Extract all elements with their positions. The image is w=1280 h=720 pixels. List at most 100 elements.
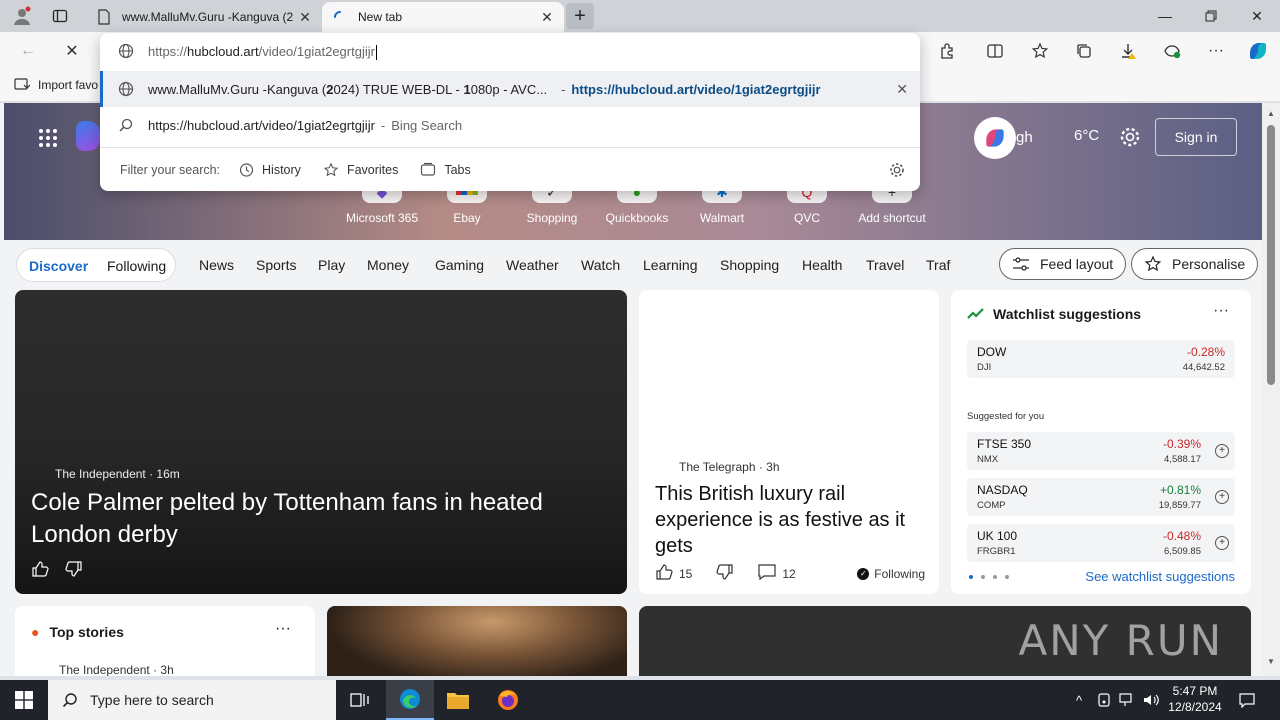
- nav-health[interactable]: Health: [802, 257, 842, 273]
- nav-gaming[interactable]: Gaming: [435, 257, 484, 273]
- filter-favorites-label: Favorites: [346, 162, 399, 177]
- close-tab-icon[interactable]: ✕: [294, 6, 316, 28]
- carousel-pager[interactable]: [969, 575, 1009, 579]
- microsoft-start-logo[interactable]: [76, 121, 100, 151]
- close-tab-icon[interactable]: ✕: [536, 6, 558, 28]
- stock-change: -0.39%: [1162, 437, 1201, 451]
- feed-layout-button[interactable]: Feed layout: [999, 248, 1127, 280]
- side-story-card[interactable]: The Telegraph · 3h This British luxury r…: [639, 290, 939, 594]
- watchlist-row-uk100[interactable]: UK 100 FRGBR1 -0.48% 6,509.85 +: [967, 524, 1235, 562]
- tab-new-tab[interactable]: New tab ✕: [322, 2, 564, 32]
- temperature[interactable]: 6°C: [1074, 127, 1099, 144]
- personalise-label: Personalise: [1172, 256, 1246, 272]
- history-icon: [239, 162, 254, 177]
- personalise-button[interactable]: Personalise: [1131, 248, 1259, 280]
- shortcut-label: Ebay: [453, 211, 481, 225]
- story-headline[interactable]: Cole Palmer pelted by Tottenham fans in …: [31, 487, 611, 551]
- copilot-badge-icon[interactable]: [974, 117, 1016, 159]
- profile-icon[interactable]: [10, 4, 34, 28]
- nav-play[interactable]: Play: [318, 257, 345, 273]
- restore-button[interactable]: [1188, 0, 1234, 32]
- edge-taskbar-icon[interactable]: [386, 680, 434, 720]
- close-window-button[interactable]: ✕: [1234, 0, 1280, 32]
- taskbar-search[interactable]: Type here to search: [48, 680, 336, 720]
- stop-loading-icon[interactable]: ✕: [58, 37, 86, 65]
- following-label[interactable]: Following: [874, 567, 925, 581]
- comment-icon[interactable]: [758, 564, 776, 583]
- downloads-icon[interactable]: [1114, 37, 1142, 65]
- add-to-watchlist-icon[interactable]: +: [1215, 536, 1229, 550]
- suggestion-history-item[interactable]: www.MalluMv.Guru -Kanguva (2024) TRUE WE…: [100, 71, 920, 107]
- notifications-icon[interactable]: [1236, 680, 1258, 720]
- address-input[interactable]: https://hubcloud.art/video/1giat2egrtgji…: [148, 43, 377, 61]
- nav-weather[interactable]: Weather: [506, 257, 559, 273]
- nav-money[interactable]: Money: [367, 257, 409, 273]
- url-scheme: https://: [148, 43, 188, 59]
- story-source: The Independent · 3h: [59, 663, 174, 676]
- split-screen-icon[interactable]: [981, 37, 1009, 65]
- tab-discover[interactable]: Discover: [29, 258, 88, 274]
- sign-in-button[interactable]: Sign in: [1155, 118, 1237, 156]
- add-to-watchlist-icon[interactable]: +: [1215, 490, 1229, 504]
- favorites-icon[interactable]: [1026, 37, 1054, 65]
- nav-travel[interactable]: Travel: [866, 257, 904, 273]
- scroll-down-icon[interactable]: ▼: [1267, 657, 1275, 666]
- like-icon[interactable]: [31, 560, 49, 581]
- start-button[interactable]: [0, 680, 48, 720]
- settings-gear-icon[interactable]: [888, 161, 906, 182]
- more-options-icon[interactable]: ···: [1213, 302, 1229, 320]
- see-watchlist-link[interactable]: See watchlist suggestions: [1085, 569, 1235, 584]
- watchlist-row-dow[interactable]: DOW DJI -0.28% 44,642.52: [967, 340, 1235, 378]
- nav-shopping[interactable]: Shopping: [720, 257, 779, 273]
- nav-news[interactable]: News: [199, 257, 234, 273]
- dislike-icon[interactable]: [65, 560, 83, 581]
- nav-watch[interactable]: Watch: [581, 257, 620, 273]
- weather-location[interactable]: gh: [1016, 121, 1033, 153]
- minimize-button[interactable]: —: [1142, 0, 1188, 32]
- nav-learning[interactable]: Learning: [643, 257, 698, 273]
- page-scrollbar[interactable]: ▲ ▼: [1262, 103, 1280, 676]
- filter-history-button[interactable]: History: [238, 162, 301, 178]
- new-tab-button[interactable]: +: [566, 3, 594, 29]
- watchlist-row-ftse[interactable]: FTSE 350 NMX -0.39% 4,588.17 +: [967, 432, 1235, 470]
- watchlist-row-nasdaq[interactable]: NASDAQ COMP +0.81% 19,859.77 +: [967, 478, 1235, 516]
- tab-actions-icon[interactable]: [48, 4, 72, 28]
- app-launcher-icon[interactable]: [38, 128, 58, 151]
- like-icon[interactable]: [655, 563, 673, 584]
- remove-suggestion-icon[interactable]: ✕: [896, 81, 908, 98]
- back-icon[interactable]: ←: [14, 37, 42, 65]
- scroll-thumb[interactable]: [1267, 125, 1275, 385]
- task-view-icon[interactable]: [336, 680, 384, 720]
- add-to-watchlist-icon[interactable]: +: [1215, 444, 1229, 458]
- volume-icon[interactable]: [1140, 680, 1162, 720]
- system-clock[interactable]: 5:47 PM 12/8/2024: [1160, 683, 1230, 715]
- tab-following[interactable]: Following: [107, 258, 166, 274]
- extensions-icon[interactable]: [933, 37, 961, 65]
- copilot-icon[interactable]: [1244, 37, 1272, 65]
- nav-sports[interactable]: Sports: [256, 257, 296, 273]
- story-image-card[interactable]: [327, 606, 627, 676]
- tab-mallumv[interactable]: www.MalluMv.Guru -Kanguva (2 ✕: [86, 2, 322, 32]
- dislike-icon[interactable]: [716, 563, 734, 584]
- more-options-icon[interactable]: ···: [275, 620, 291, 638]
- collections-icon[interactable]: [1070, 37, 1098, 65]
- browser-essentials-icon[interactable]: [1158, 37, 1186, 65]
- video-card[interactable]: ANY RUN: [639, 606, 1251, 676]
- filter-tabs-button[interactable]: Tabs: [420, 162, 471, 178]
- network-icon[interactable]: [1116, 680, 1138, 720]
- main-story-card[interactable]: The Independent · 16m Cole Palmer pelted…: [15, 290, 627, 594]
- scroll-up-icon[interactable]: ▲: [1267, 109, 1275, 118]
- show-hidden-icons[interactable]: ^: [1068, 680, 1090, 720]
- filter-favorites-button[interactable]: Favorites: [323, 161, 399, 178]
- clock-time: 5:47 PM: [1172, 684, 1218, 698]
- suggestion-search-item[interactable]: https://hubcloud.art/video/1giat2egrtgji…: [100, 107, 920, 143]
- address-bar[interactable]: https://hubcloud.art/video/1giat2egrtgji…: [100, 33, 920, 71]
- device-icon[interactable]: [1094, 680, 1114, 720]
- nav-traffic[interactable]: Traf: [926, 257, 950, 273]
- firefox-icon[interactable]: [484, 680, 532, 720]
- file-explorer-icon[interactable]: [434, 680, 482, 720]
- page-settings-icon[interactable]: [1118, 125, 1142, 152]
- more-options-icon[interactable]: ···: [1202, 37, 1230, 65]
- story-headline[interactable]: This British luxury rail experience is a…: [655, 481, 925, 559]
- import-favorites-button[interactable]: Import favo: [14, 78, 98, 92]
